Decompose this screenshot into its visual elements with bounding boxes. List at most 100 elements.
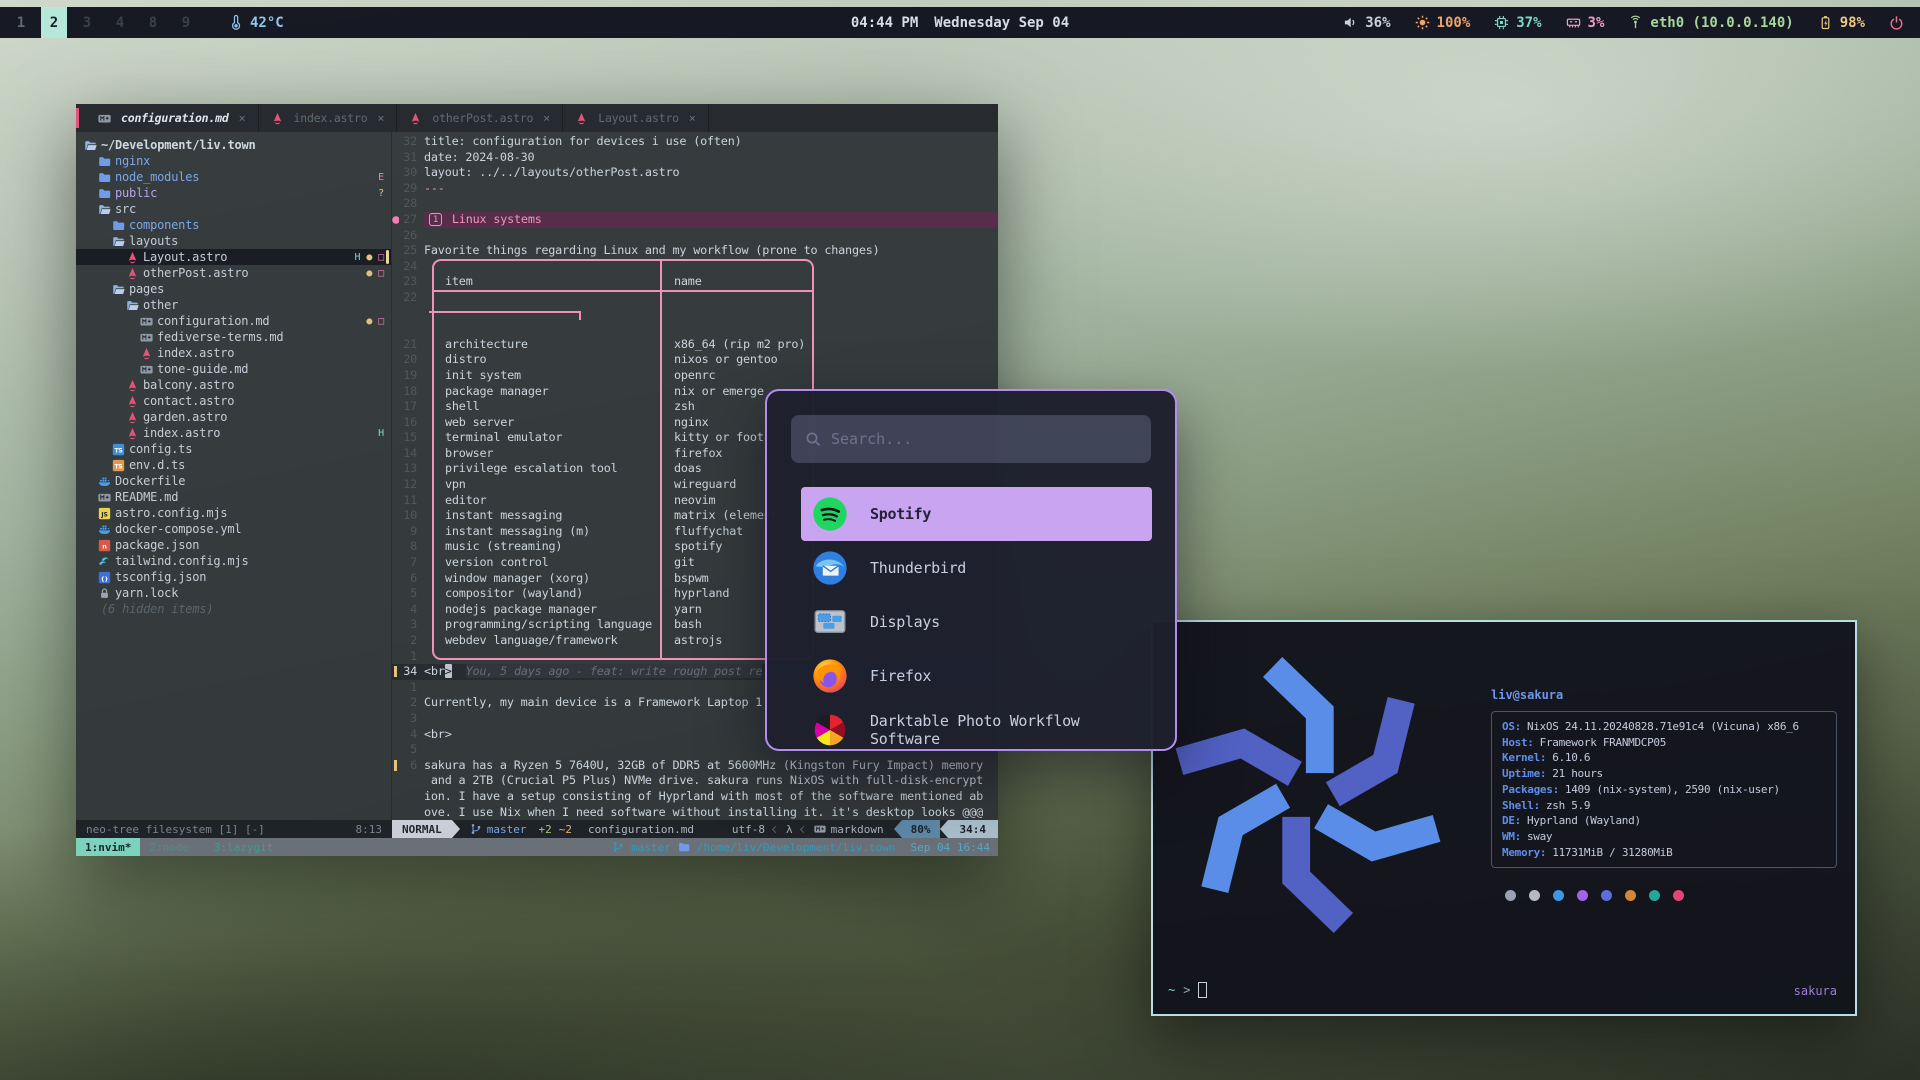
tmux-window[interactable]: 3:lazygit [205, 838, 283, 856]
tmux-window[interactable]: 2:node- [140, 838, 204, 856]
network-module[interactable]: eth0 (10.0.0.140) [1628, 15, 1793, 31]
tree-item[interactable]: env.d.ts [76, 457, 391, 473]
workspace-button[interactable]: 8 [140, 7, 166, 38]
tree-item[interactable]: yarn.lock [76, 585, 391, 601]
tree-item[interactable]: otherPost.astro ●□ [76, 265, 391, 281]
shell-prompt[interactable]: ~ > [1168, 982, 1207, 998]
tree-item[interactable]: Layout.astro H●□ [76, 249, 391, 265]
close-icon[interactable]: × [543, 111, 550, 125]
powerline-separator [940, 820, 948, 838]
launcher-item[interactable]: Thunderbird [801, 541, 1152, 595]
close-icon[interactable]: × [377, 111, 384, 125]
tree-item[interactable]: (6 hidden items) [76, 601, 391, 617]
editor-tab[interactable]: otherPost.astro × [397, 104, 563, 132]
tree-badge: ? [378, 188, 384, 199]
line-number: 20 [399, 352, 417, 368]
editor-line[interactable]: 20distronixos or gentoo [392, 352, 998, 368]
sign-column [392, 321, 399, 337]
tree-item[interactable]: tone-guide.md [76, 361, 391, 377]
tree-item[interactable]: src [76, 201, 391, 217]
temperature-value: 42°C [250, 15, 284, 31]
terminal-window[interactable]: liv@sakura OS: NixOS 24.11.20240828.71e9… [1151, 620, 1857, 1016]
workspace-button[interactable]: 3 [74, 7, 100, 38]
prompt-symbol: > [1183, 983, 1190, 997]
tree-item[interactable]: nginx [76, 153, 391, 169]
editor-line[interactable]: 30layout: ../../layouts/otherPost.astro [392, 165, 998, 181]
editor-line[interactable]: 271 Linux systems [392, 212, 998, 228]
brightness-module[interactable]: 100% [1415, 15, 1471, 31]
editor-tab[interactable]: Layout.astro × [563, 104, 709, 132]
power-button[interactable] [1889, 15, 1904, 30]
editor-line[interactable] [392, 306, 998, 322]
tree-item-label: package.json [115, 538, 199, 552]
line-text: --- [424, 181, 998, 197]
tree-item-label: tsconfig.json [115, 570, 206, 584]
launcher-item[interactable]: Displays [801, 595, 1152, 649]
close-icon[interactable]: × [689, 111, 696, 125]
launcher-item[interactable]: Spotify [801, 487, 1152, 541]
editor-line[interactable]: 6sakura has a Ryzen 5 7640U, 32GB of DDR… [392, 758, 998, 774]
info-key: Host: [1502, 735, 1534, 751]
tree-item[interactable]: index.astro [76, 345, 391, 361]
tmux-window[interactable]: 1:nvim* [76, 838, 140, 856]
editor-line[interactable]: 22 [392, 290, 998, 306]
editor-line[interactable]: 32title: configuration for devices i use… [392, 134, 998, 150]
tree-item[interactable]: README.md [76, 489, 391, 505]
search-input[interactable] [831, 430, 1137, 448]
tree-item[interactable]: garden.astro [76, 409, 391, 425]
tree-item[interactable]: ~/Development/liv.town [76, 137, 391, 153]
tree-item[interactable]: package.json [76, 537, 391, 553]
palette-dot [1505, 890, 1516, 901]
tree-item[interactable]: public ? [76, 185, 391, 201]
folder-icon [112, 219, 129, 232]
tree-item[interactable]: tsconfig.json [76, 569, 391, 585]
launcher-item[interactable]: Firefox [801, 649, 1152, 703]
editor-line[interactable]: 19init systemopenrc [392, 368, 998, 384]
editor-tab[interactable]: configuration.md × [86, 104, 259, 132]
folder-open-icon [126, 299, 143, 312]
close-icon[interactable]: × [239, 111, 246, 125]
tree-item[interactable]: docker-compose.yml [76, 521, 391, 537]
editor-line[interactable]: ove. I use Nix when I need software with… [392, 805, 998, 820]
editor-line[interactable] [392, 321, 998, 337]
editor-line[interactable]: 23itemname [392, 274, 998, 290]
editor-line[interactable]: 26 [392, 228, 998, 244]
launcher-item[interactable]: Darktable Photo Workflow Software [801, 703, 1152, 751]
tree-item[interactable]: config.ts [76, 441, 391, 457]
tree-item[interactable]: balcony.astro [76, 377, 391, 393]
tree-item[interactable]: configuration.md ●□ [76, 313, 391, 329]
workspace-button[interactable]: 2 [41, 7, 67, 38]
tree-item[interactable]: pages [76, 281, 391, 297]
editor-line[interactable]: 25Favorite things regarding Linux and my… [392, 243, 998, 259]
tree-item[interactable]: tailwind.config.mjs [76, 553, 391, 569]
folder-icon [98, 171, 115, 184]
editor-line[interactable]: and a 2TB (Crucial P5 Plus) NVMe drive. … [392, 773, 998, 789]
tree-item[interactable]: layouts [76, 233, 391, 249]
editor-line[interactable]: 31date: 2024-08-30 [392, 150, 998, 166]
tree-item[interactable]: Dockerfile [76, 473, 391, 489]
volume-module[interactable]: 36% [1343, 15, 1390, 31]
powerline-separator [452, 820, 460, 838]
editor-line[interactable]: 28 [392, 196, 998, 212]
tree-item[interactable]: astro.config.mjs [76, 505, 391, 521]
workspace-button[interactable]: 1 [8, 7, 34, 38]
chevron-left-icon [800, 825, 807, 832]
tree-item-label: other [143, 298, 178, 312]
tree-item[interactable]: other [76, 297, 391, 313]
search-box[interactable] [791, 415, 1151, 463]
workspace-button[interactable]: 9 [173, 7, 199, 38]
editor-line[interactable]: ion. I have a setup consisting of Hyprla… [392, 789, 998, 805]
tree-item[interactable]: fediverse-terms.md [76, 329, 391, 345]
editor-tab[interactable]: index.astro × [259, 104, 398, 132]
astro-icon [126, 427, 143, 440]
tree-item-label: contact.astro [143, 394, 234, 408]
editor-line[interactable]: 21architecturex86_64 (rip m2 pro) [392, 337, 998, 353]
tree-item[interactable]: components [76, 217, 391, 233]
tree-item[interactable]: node_modules E [76, 169, 391, 185]
editor-line[interactable]: 24 [392, 259, 998, 275]
system-info-row: DE: Hyprland (Wayland) [1502, 813, 1826, 829]
editor-line[interactable]: 29--- [392, 181, 998, 197]
tree-item[interactable]: contact.astro [76, 393, 391, 409]
tree-item[interactable]: index.astro H [76, 425, 391, 441]
workspace-button[interactable]: 4 [107, 7, 133, 38]
